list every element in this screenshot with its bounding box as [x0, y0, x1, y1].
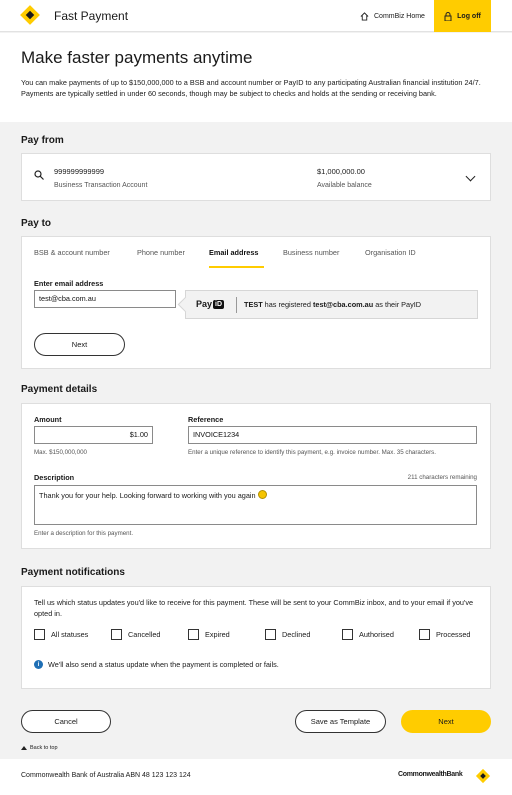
checkbox-box[interactable] — [111, 629, 122, 640]
header: Fast Payment CommBiz Home Log off — [0, 0, 512, 32]
payment-notifications-card: Tell us which status updates you'd like … — [21, 586, 491, 689]
payid-name: TEST — [244, 300, 263, 309]
available-balance: $1,000,000.00 — [317, 167, 365, 176]
back-to-top-link[interactable]: Back to top — [21, 745, 58, 751]
notifications-description: Tell us which status updates you'd like … — [34, 598, 474, 618]
next-button[interactable]: Next — [401, 710, 491, 733]
payid-logo-id: iD — [213, 299, 225, 309]
checkbox-box[interactable] — [265, 629, 276, 640]
account-name: Business Transaction Account — [54, 182, 148, 189]
tab-bsb-account[interactable]: BSB & account number — [34, 248, 110, 257]
commonwealth-bank-logo: CommonwealthBank — [398, 771, 463, 778]
description-label: Description — [34, 473, 75, 482]
checkbox-label: Expired — [205, 630, 230, 639]
checkbox-label: Cancelled — [128, 630, 161, 639]
page-title: Make faster payments anytime — [21, 48, 253, 67]
pay-to-next-button[interactable]: Next — [34, 333, 125, 356]
description-text: Thank you for your help. Looking forward… — [39, 491, 256, 500]
commbank-logo-icon[interactable] — [20, 5, 40, 25]
log-off-button[interactable]: Log off — [434, 0, 491, 32]
checkbox-expired[interactable]: Expired — [188, 629, 230, 640]
checkbox-cancelled[interactable]: Cancelled — [111, 629, 160, 640]
payid-confirmation: Pay iD TEST has registered test@cba.com.a… — [185, 290, 478, 319]
checkbox-declined[interactable]: Declined — [265, 629, 310, 640]
tab-organisation-id[interactable]: Organisation ID — [365, 248, 416, 257]
reference-label: Reference — [188, 415, 224, 424]
payid-message: TEST has registered test@cba.com.au as t… — [244, 300, 421, 309]
amount-hint: Max. $150,000,000 — [34, 449, 87, 456]
commbank-diamond-icon — [475, 768, 491, 784]
search-icon — [34, 170, 44, 180]
status-update-info: i We'll also send a status update when t… — [34, 660, 279, 669]
payee-type-tabs: BSB & account number Phone number Email … — [22, 237, 490, 269]
save-as-template-button[interactable]: Save as Template — [295, 710, 386, 733]
smiley-emoji-icon — [257, 490, 267, 499]
payid-logo-text: Pay — [196, 299, 213, 309]
reference-hint: Enter a unique reference to identify thi… — [188, 449, 436, 456]
email-field[interactable]: test@cba.com.au — [34, 290, 176, 308]
divider — [236, 297, 237, 313]
tab-email-address[interactable]: Email address — [209, 248, 258, 257]
available-balance-label: Available balance — [317, 182, 372, 189]
amount-field[interactable]: $1.00 — [34, 426, 153, 444]
log-off-label: Log off — [457, 12, 481, 20]
payid-logo: Pay iD — [196, 299, 225, 309]
description-hint: Enter a description for this payment. — [34, 530, 134, 537]
amount-label: Amount — [34, 415, 62, 424]
intro-text: You can make payments of up to $150,000,… — [21, 78, 481, 98]
lock-icon — [444, 11, 452, 21]
payid-email: test@cba.com.au — [312, 300, 374, 309]
checkbox-box[interactable] — [342, 629, 353, 640]
description-char-count: 211 characters remaining — [407, 474, 477, 481]
cancel-button[interactable]: Cancel — [21, 710, 111, 733]
app-title: Fast Payment — [54, 9, 129, 23]
checkbox-all-statuses[interactable]: All statuses — [34, 629, 88, 640]
checkbox-box[interactable] — [34, 629, 45, 640]
pay-from-title: Pay from — [21, 135, 64, 146]
checkbox-label: Declined — [282, 630, 311, 639]
payment-notifications-title: Payment notifications — [21, 567, 125, 578]
tab-business-number[interactable]: Business number — [283, 248, 339, 257]
pay-to-card: BSB & account number Phone number Email … — [21, 236, 491, 369]
tab-phone-number[interactable]: Phone number — [137, 248, 185, 257]
email-field-label: Enter email address — [34, 279, 104, 288]
checkbox-processed[interactable]: Processed — [419, 629, 470, 640]
pay-from-account-selector[interactable]: 999999999999 Business Transaction Accoun… — [21, 153, 491, 201]
payid-mid-text: has registered — [262, 300, 313, 309]
checkbox-label: Processed — [436, 630, 471, 639]
checkbox-label: All statuses — [51, 630, 89, 639]
reference-field[interactable]: INVOICE1234 — [188, 426, 477, 444]
info-icon: i — [34, 660, 43, 669]
checkbox-label: Authorised — [359, 630, 394, 639]
status-update-info-text: We'll also send a status update when the… — [48, 660, 279, 669]
active-tab-indicator — [209, 266, 264, 268]
checkbox-box[interactable] — [188, 629, 199, 640]
chevron-down-icon[interactable] — [465, 171, 476, 182]
home-link-label: CommBiz Home — [374, 13, 425, 20]
footer-legal-text: Commonwealth Bank of Australia ABN 48 12… — [21, 772, 191, 779]
pay-to-title: Pay to — [21, 218, 52, 229]
payid-end-text: as their PayID — [373, 300, 422, 309]
description-field[interactable]: Thank you for your help. Looking forward… — [34, 485, 477, 525]
home-icon — [360, 12, 369, 21]
back-to-top-label: Back to top — [30, 745, 58, 751]
footer: Commonwealth Bank of Australia ABN 48 12… — [0, 759, 512, 795]
commbiz-home-link[interactable]: CommBiz Home — [360, 12, 425, 21]
arrow-up-icon — [21, 746, 27, 750]
checkbox-box[interactable] — [419, 629, 430, 640]
account-number: 999999999999 — [54, 167, 105, 176]
payment-details-card: Amount $1.00 Max. $150,000,000 Reference… — [21, 403, 491, 549]
checkbox-authorised[interactable]: Authorised — [342, 629, 394, 640]
intro-section: Make faster payments anytime You can mak… — [0, 33, 512, 122]
payment-details-title: Payment details — [21, 384, 98, 395]
